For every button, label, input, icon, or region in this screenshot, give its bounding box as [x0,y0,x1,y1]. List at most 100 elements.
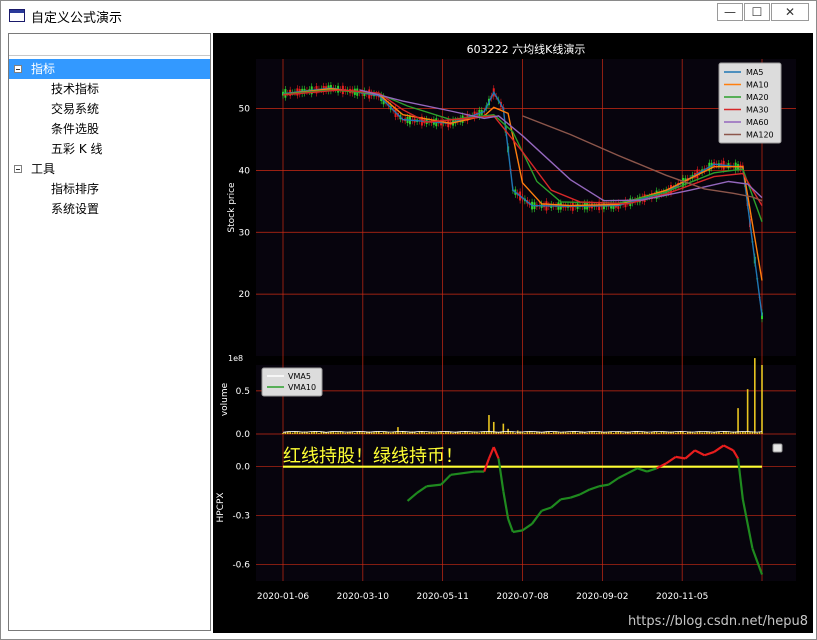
tree-item-indicators[interactable]: 指标 [9,59,210,79]
volume-bar [552,431,555,434]
volume-bar [514,432,517,434]
legend-label: VMA10 [288,383,316,392]
volume-bar [756,432,759,434]
volume-bar [291,432,294,434]
volume-scale-label: 1e8 [228,354,243,363]
volume-bar [526,431,529,434]
volume-bar [615,431,617,434]
volume-bar [461,432,464,434]
volume-bar [337,432,339,434]
navigation-panel: 指标 技术指标 交易系统 条件选股 五彩 K 线 工具 指标排序 系统设置 [8,33,211,631]
volume-bar [308,432,311,434]
watermark-text: https://blog.csdn.net/hepu8 [627,614,808,629]
nav-tree: 指标 技术指标 交易系统 条件选股 五彩 K 线 工具 指标排序 系统设置 [9,59,210,219]
volume-bar [294,431,296,434]
volume-bar [425,432,428,434]
title-bar[interactable]: 自定义公式演示 — ☐ ✕ [1,1,816,31]
volume-bar [382,431,385,434]
collapse-icon[interactable] [14,65,22,73]
volume-bar [595,432,598,434]
close-button[interactable]: ✕ [771,3,809,21]
tree-filter-input[interactable] [9,34,210,56]
volume-bar [445,431,447,434]
volume-bar [440,431,442,434]
volume-bar [363,432,366,434]
volume-bar [504,432,507,434]
volume-bar [631,432,634,434]
volume-bar [574,431,576,434]
tree-item-label: 指标 [31,62,56,76]
volume-bar [380,432,382,434]
volume-bar [754,358,756,434]
volume-bar [512,431,514,434]
volume-bar [567,432,569,434]
volume-bar [459,432,462,434]
minimize-button[interactable]: — [717,3,743,21]
volume-bar [540,432,543,434]
volume-bar [464,431,466,434]
y-tick-label: 40 [239,166,251,176]
chart-title: 603222 六均线K线演示 [467,42,586,56]
volume-bar [550,432,553,434]
volume-bar [282,432,284,434]
tree-item-indicator-ranking[interactable]: 指标排序 [9,179,210,199]
legend-label: MA20 [746,93,769,102]
volume-bar [401,431,404,434]
volume-bar [718,431,720,434]
legend-label: VMA5 [288,372,311,381]
tree-item-label: 系统设置 [51,202,100,216]
volume-bar [677,432,679,434]
volume-bar [471,432,474,434]
volume-bar [622,432,624,434]
volume-bar [478,432,481,434]
tree-item-label: 五彩 K 线 [51,142,103,156]
tree-item-tools[interactable]: 工具 [9,159,210,179]
x-tick-label: 2020-07-08 [496,592,549,602]
tree-item-technical-indicators[interactable]: 技术指标 [9,79,210,99]
volume-bar [485,431,488,434]
stock-chart: 2020-01-06 2020-03-10 2020-05-11 2020-07-08… [213,33,813,633]
indicator-legend-box [772,443,783,453]
volume-bar [327,432,330,434]
indicator-y-label: HPCPX [216,492,226,522]
volume-bar [416,432,418,434]
tree-item-label: 指标排序 [51,182,100,196]
x-tick-label: 2020-03-10 [337,592,390,602]
volume-bar [397,427,399,434]
volume-bar [658,432,660,434]
y-tick-label: -0.6 [232,561,250,571]
volume-bar [749,431,751,434]
axes-background-1 [256,365,796,434]
volume-y-label: volume [220,382,230,416]
app-window: 自定义公式演示 — ☐ ✕ 指标 技术指标 交易系统 条件选股 五彩 K 线 工… [0,0,817,640]
volume-bar [720,432,723,434]
tree-item-stock-screener[interactable]: 条件选股 [9,119,210,139]
x-tick-label: 2020-11-05 [656,592,708,602]
volume-bar [399,432,402,434]
volume-bar [495,432,497,434]
tree-item-colored-kline[interactable]: 五彩 K 线 [9,139,210,159]
volume-bar [378,431,380,434]
volume-bar [727,432,730,434]
window-controls: — ☐ ✕ [716,3,809,21]
collapse-icon[interactable] [14,165,22,173]
volume-bar [548,431,550,434]
volume-bar [435,432,438,434]
volume-bar [370,432,373,434]
tree-item-trading-system[interactable]: 交易系统 [9,99,210,119]
x-tick-label: 2020-05-11 [417,592,469,602]
maximize-button[interactable]: ☐ [744,3,770,21]
volume-bar [639,432,641,434]
volume-bar [354,432,356,434]
volume-bar [557,432,560,434]
volume-bar [579,431,581,434]
tree-item-system-settings[interactable]: 系统设置 [9,199,210,219]
app-window-icon [9,9,25,22]
volume-bar [418,431,421,434]
volume-bar [648,432,651,434]
legend-label: MA10 [746,81,769,90]
legend-label: MA60 [746,118,769,127]
volume-bar [744,431,747,434]
volume-bar [344,432,347,434]
y-tick-label: 20 [239,290,251,300]
